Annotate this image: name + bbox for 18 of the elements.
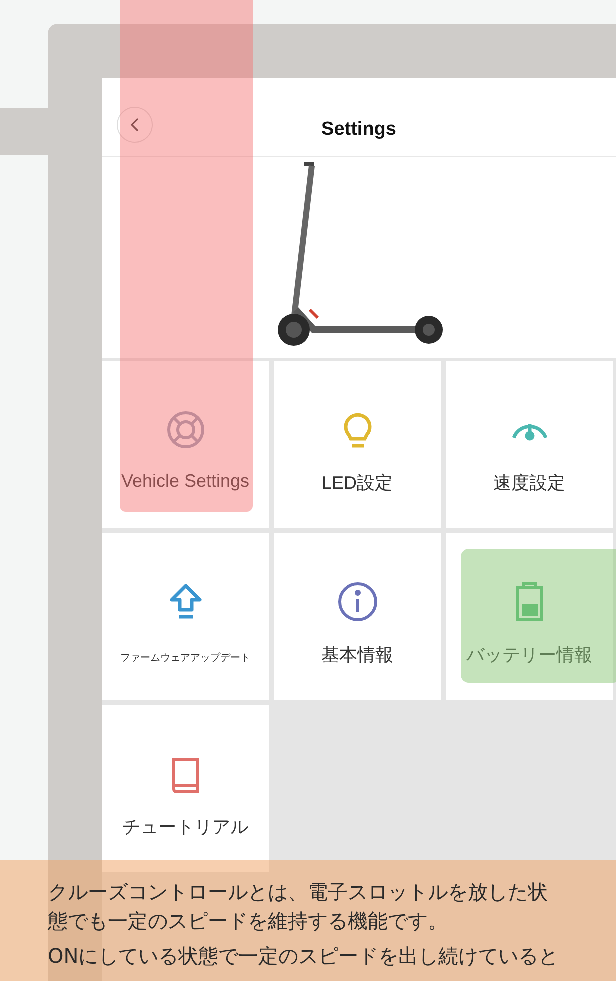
settings-tile[interactable]: 速度設定: [446, 361, 613, 528]
tile-label: Vehicle Settings: [121, 471, 250, 492]
caption-text: ONにしている状態で一定のスピードを出し続けていると: [48, 943, 559, 970]
screen-title: Settings: [322, 119, 396, 141]
tile-label: チュートリアル: [122, 816, 248, 839]
settings-tile[interactable]: チュートリアル: [102, 705, 269, 872]
info-icon: [336, 580, 380, 624]
tile-label: バッテリー情報: [466, 644, 592, 667]
settings-tile[interactable]: ファームウェアアップデート: [102, 533, 269, 700]
tile-label: LED設定: [322, 472, 393, 495]
tile-label: 基本情報: [322, 644, 394, 667]
caption-text: クルーズコントロールとは、電子スロットルを放した状態でも一定のスピードを維持する機能です。: [48, 879, 549, 935]
settings-tile[interactable]: 基本情報: [274, 533, 441, 700]
settings-tile[interactable]: Vehicle Settings: [102, 361, 269, 528]
tile-label: 速度設定: [494, 472, 566, 495]
tile-label: ファームウェアアップデート: [120, 652, 250, 665]
settings-tile[interactable]: LED設定: [274, 361, 441, 528]
back-button[interactable]: [117, 107, 153, 143]
